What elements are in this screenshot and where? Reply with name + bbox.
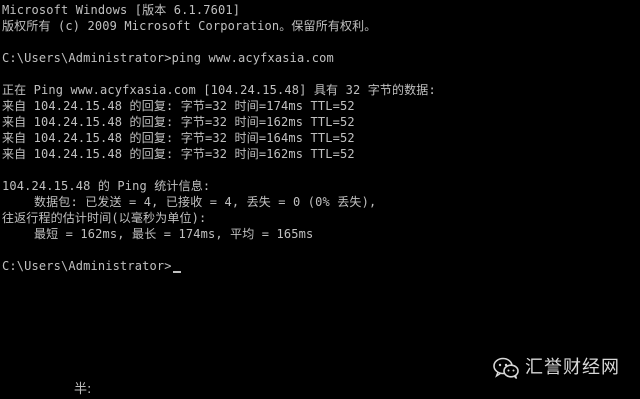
console-line-copyright: 版权所有 (c) 2009 Microsoft Corporation。保留所有… <box>2 19 377 33</box>
console-line-packets: 数据包: 已发送 = 4, 已接收 = 4, 丢失 = 0 (0% 丢失), <box>34 195 377 209</box>
console-line-version: Microsoft Windows [版本 6.1.7601] <box>2 3 241 17</box>
console-line-stats-header: 104.24.15.48 的 Ping 统计信息: <box>2 179 211 193</box>
console-line-rtt-values: 最短 = 162ms, 最长 = 174ms, 平均 = 165ms <box>34 227 314 241</box>
command-prompt-window[interactable]: Microsoft Windows [版本 6.1.7601] 版权所有 (c)… <box>0 0 640 399</box>
watermark-text: 汇誉财经网 <box>525 357 620 378</box>
console-prompt: C:\Users\Administrator> <box>2 259 172 273</box>
watermark: 汇誉财经网 <box>493 354 620 382</box>
console-line-reply: 来自 104.24.15.48 的回复: 字节=32 时间=164ms TTL=… <box>2 131 355 145</box>
console-line-ping-header: 正在 Ping www.acyfxasia.com [104.24.15.48]… <box>2 83 436 97</box>
console-line-ping-command: C:\Users\Administrator>ping www.acyfxasi… <box>2 51 334 65</box>
console-prompt-line[interactable]: C:\Users\Administrator> <box>2 258 181 274</box>
console-line-rtt-header: 往返行程的估计时间(以毫秒为单位): <box>2 211 207 225</box>
wechat-icon <box>493 357 519 379</box>
console-line-reply: 来自 104.24.15.48 的回复: 字节=32 时间=162ms TTL=… <box>2 115 355 129</box>
bottom-text-fragment: 半: <box>74 382 92 397</box>
text-cursor <box>172 271 181 273</box>
console-line-reply: 来自 104.24.15.48 的回复: 字节=32 时间=162ms TTL=… <box>2 147 355 161</box>
console-line-reply: 来自 104.24.15.48 的回复: 字节=32 时间=174ms TTL=… <box>2 99 355 113</box>
